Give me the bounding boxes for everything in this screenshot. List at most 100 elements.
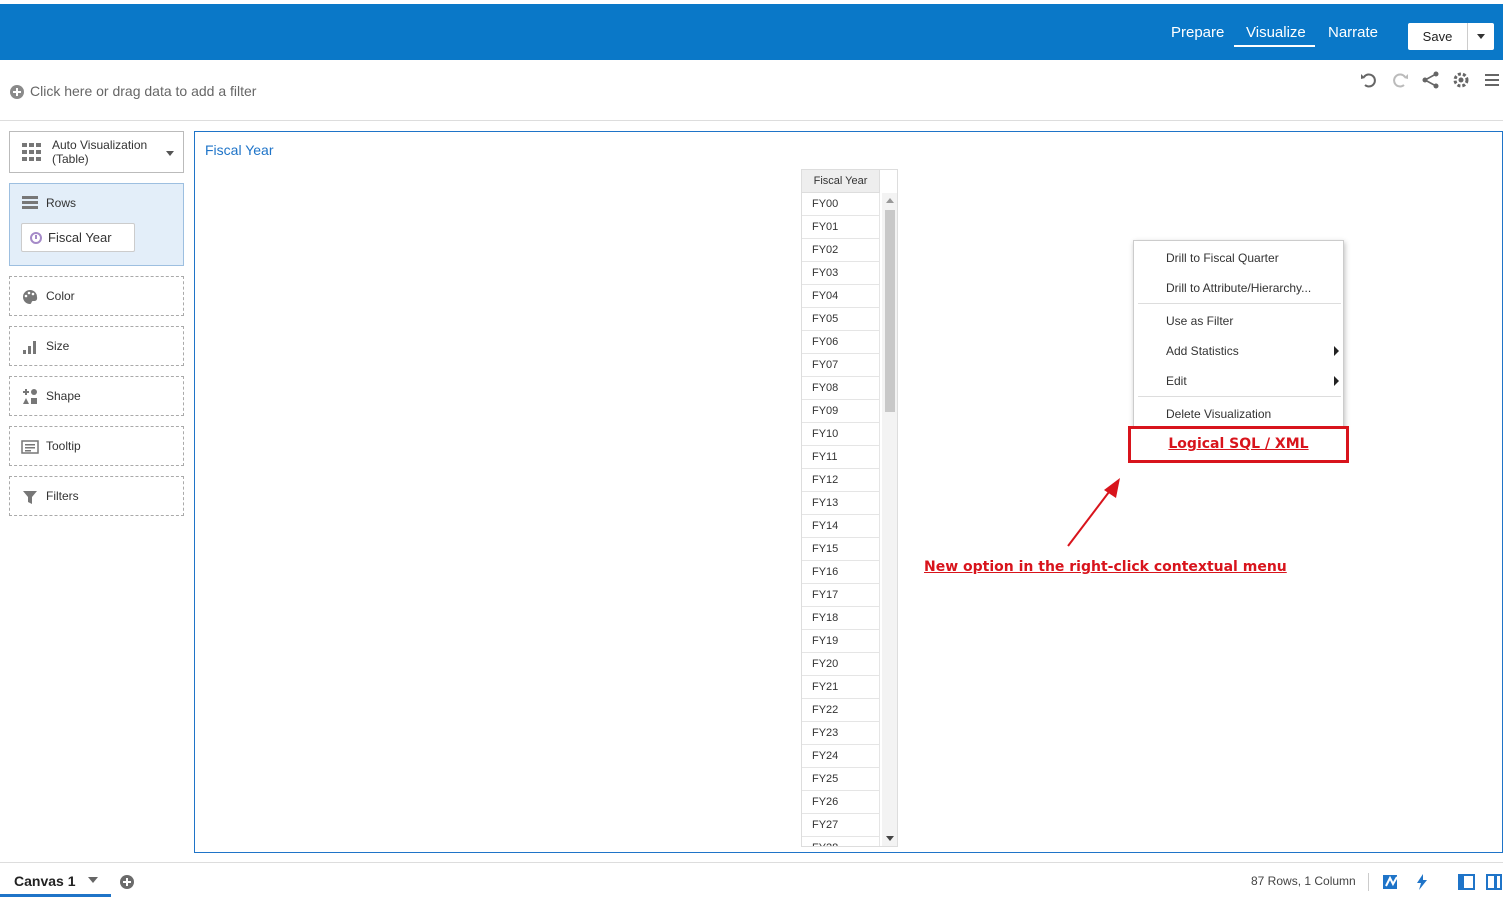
- menu-item-add-statistics[interactable]: Add Statistics: [1134, 337, 1343, 365]
- settings-icon[interactable]: [1451, 70, 1471, 90]
- menu-divider: [1138, 303, 1341, 304]
- save-button-group: Save: [1408, 23, 1494, 50]
- table-row[interactable]: FY07: [802, 354, 880, 377]
- table-row[interactable]: FY06: [802, 331, 880, 354]
- scroll-down-icon[interactable]: [886, 836, 894, 841]
- explain-icon[interactable]: [1381, 872, 1401, 892]
- app-header: Prepare Visualize Narrate Save: [0, 4, 1503, 60]
- menu-item-edit[interactable]: Edit: [1134, 367, 1343, 395]
- shape-label: Shape: [46, 389, 81, 403]
- annotation-callout: New option in the right-click contextual…: [924, 559, 1287, 575]
- table-row[interactable]: FY28: [802, 837, 880, 846]
- size-icon: [21, 338, 39, 356]
- palette-icon: [21, 288, 39, 306]
- save-dropdown-button[interactable]: [1468, 23, 1494, 50]
- shape-drop-target[interactable]: Shape: [9, 376, 184, 416]
- add-filter-placeholder[interactable]: Click here or drag data to add a filter: [30, 83, 256, 99]
- tooltip-drop-target[interactable]: Tooltip: [9, 426, 184, 466]
- table-row[interactable]: FY14: [802, 515, 880, 538]
- scroll-up-icon[interactable]: [886, 198, 894, 203]
- table-row[interactable]: FY08: [802, 377, 880, 400]
- tooltip-label: Tooltip: [46, 439, 81, 453]
- table-row[interactable]: FY04: [802, 285, 880, 308]
- menu-item-delete-visualization[interactable]: Delete Visualization: [1134, 400, 1343, 428]
- table-row[interactable]: FY21: [802, 676, 880, 699]
- menu-icon[interactable]: [1482, 70, 1502, 90]
- share-icon[interactable]: [1421, 70, 1441, 90]
- canvas-tab-bar: Canvas 1 87 Rows, 1 Column: [0, 862, 1503, 899]
- table-row[interactable]: FY13: [802, 492, 880, 515]
- rows-drop-target[interactable]: Rows Fiscal Year: [9, 183, 184, 266]
- table-row[interactable]: FY16: [802, 561, 880, 584]
- undo-icon[interactable]: [1359, 70, 1379, 90]
- table-row[interactable]: FY22: [802, 699, 880, 722]
- menu-divider: [1138, 396, 1341, 397]
- panel-right-icon[interactable]: [1485, 872, 1503, 892]
- rows-label: Rows: [46, 196, 77, 210]
- filter-icon: [21, 488, 39, 506]
- menu-item-logical-sql-xml[interactable]: Logical SQL / XML: [1128, 426, 1349, 463]
- menu-item-use-as-filter[interactable]: Use as Filter: [1134, 307, 1343, 335]
- panel-left-icon[interactable]: [1457, 872, 1477, 892]
- table-grid-icon: [22, 143, 44, 161]
- size-label: Size: [46, 339, 70, 353]
- add-canvas-icon[interactable]: [120, 875, 134, 889]
- highlighted-menu-label: Logical SQL / XML: [1168, 436, 1309, 452]
- canvas-tab[interactable]: Canvas 1: [0, 863, 111, 897]
- mode-prepare-tab[interactable]: Prepare: [1171, 24, 1224, 41]
- scrollbar-thumb[interactable]: [885, 210, 895, 412]
- mode-visualize-tab[interactable]: Visualize: [1234, 24, 1315, 47]
- table-row[interactable]: FY11: [802, 446, 880, 469]
- fiscal-year-pill[interactable]: Fiscal Year: [21, 223, 135, 252]
- size-drop-target[interactable]: Size: [9, 326, 184, 366]
- auto-insights-icon[interactable]: [1412, 872, 1432, 892]
- add-filter-icon[interactable]: [10, 85, 24, 99]
- save-button[interactable]: Save: [1408, 23, 1468, 50]
- table-row[interactable]: FY12: [802, 469, 880, 492]
- table-row[interactable]: FY17: [802, 584, 880, 607]
- data-table[interactable]: Fiscal Year FY00 FY01 FY02 FY03 FY04 FY05 FY06…: [801, 169, 898, 847]
- table-row[interactable]: FY01: [802, 216, 880, 239]
- color-label: Color: [46, 289, 75, 303]
- column-header-fiscal-year[interactable]: Fiscal Year: [802, 170, 880, 193]
- filters-drop-target[interactable]: Filters: [9, 476, 184, 516]
- annotation-arrow-icon: [1067, 478, 1120, 547]
- mode-narrate-tab[interactable]: Narrate: [1328, 24, 1378, 41]
- table-row[interactable]: FY25: [802, 768, 880, 791]
- table-row[interactable]: FY02: [802, 239, 880, 262]
- visualization-type-picker[interactable]: Auto Visualization (Table): [9, 131, 184, 173]
- clock-icon: [30, 232, 42, 244]
- table-row[interactable]: FY20: [802, 653, 880, 676]
- row-count-status: 87 Rows, 1 Column: [1251, 874, 1356, 888]
- color-drop-target[interactable]: Color: [9, 276, 184, 316]
- table-row[interactable]: FY00: [802, 193, 880, 216]
- tooltip-icon: [21, 438, 39, 456]
- context-menu: Drill to Fiscal Quarter Drill to Attribu…: [1133, 240, 1344, 430]
- pill-label: Fiscal Year: [48, 230, 112, 245]
- table-row[interactable]: FY26: [802, 791, 880, 814]
- table-row[interactable]: FY19: [802, 630, 880, 653]
- filter-bar: Click here or drag data to add a filter: [0, 60, 1503, 121]
- table-row[interactable]: FY03: [802, 262, 880, 285]
- table-row[interactable]: FY09: [802, 400, 880, 423]
- menu-item-drill-fiscal-quarter[interactable]: Drill to Fiscal Quarter: [1134, 244, 1343, 272]
- table-row[interactable]: FY10: [802, 423, 880, 446]
- divider: [1368, 873, 1369, 891]
- visualization-type-label: Auto Visualization (Table): [52, 138, 148, 166]
- filters-label: Filters: [46, 489, 79, 503]
- menu-item-drill-attribute-hierarchy[interactable]: Drill to Attribute/Hierarchy...: [1134, 274, 1343, 302]
- chevron-down-icon[interactable]: [88, 877, 98, 883]
- menu-item-label: Edit: [1166, 374, 1187, 388]
- table-row[interactable]: FY05: [802, 308, 880, 331]
- table-row[interactable]: FY15: [802, 538, 880, 561]
- table-row[interactable]: FY23: [802, 722, 880, 745]
- table-row[interactable]: FY18: [802, 607, 880, 630]
- redo-icon[interactable]: [1390, 70, 1410, 90]
- rows-icon: [22, 196, 38, 210]
- table-row[interactable]: FY27: [802, 814, 880, 837]
- submenu-arrow-icon: [1334, 346, 1339, 356]
- visualization-title: Fiscal Year: [205, 142, 274, 158]
- canvas-tab-label: Canvas 1: [14, 873, 76, 889]
- table-scrollbar[interactable]: [882, 193, 897, 846]
- table-row[interactable]: FY24: [802, 745, 880, 768]
